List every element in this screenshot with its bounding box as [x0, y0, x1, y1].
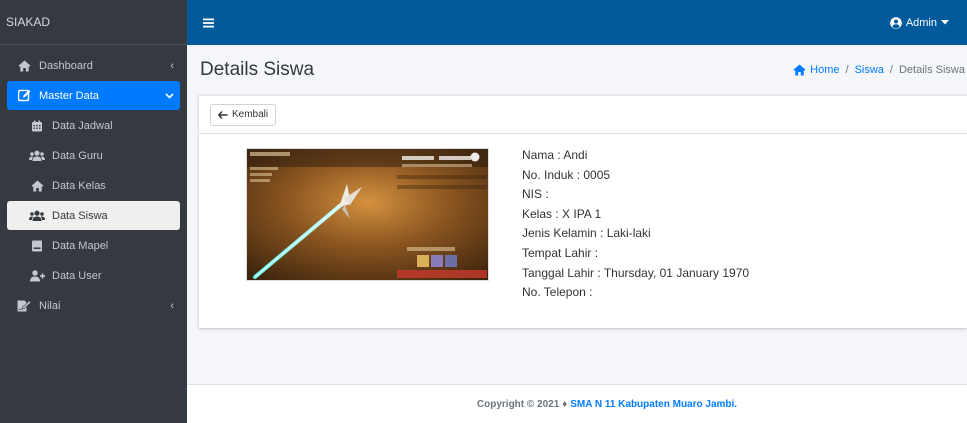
- student-details: Nama : Andi No. Induk : 0005 NIS : Kelas…: [522, 146, 749, 303]
- sidebar-item-label: Data Mapel: [52, 239, 109, 252]
- breadcrumb-siswa-link[interactable]: Siswa: [855, 64, 884, 76]
- breadcrumb-home-link[interactable]: Home: [810, 64, 839, 76]
- breadcrumb-separator: /: [889, 64, 893, 76]
- breadcrumb-separator: /: [845, 64, 849, 76]
- sidebar-item-label: Data Jadwal: [52, 119, 113, 132]
- calendar-icon: [28, 120, 46, 132]
- detail-kelas: Kelas : X IPA 1: [522, 206, 602, 221]
- home-icon: [15, 60, 33, 72]
- brand-logo[interactable]: SIAKAD: [0, 0, 187, 45]
- menu-toggle-icon[interactable]: [203, 18, 214, 28]
- sidebar-item-label: Dashboard: [39, 59, 93, 72]
- user-circle-icon: [890, 16, 902, 29]
- book-icon: [28, 240, 46, 252]
- sidebar-item-data-guru[interactable]: Data Guru: [7, 141, 180, 170]
- chevron-left-icon: ‹: [170, 59, 174, 72]
- footer-copyright: Copyright © 2021 ♦: [476, 398, 568, 410]
- chevron-left-icon: ‹: [170, 299, 174, 312]
- sidebar-item-data-kelas[interactable]: Data Kelas: [7, 171, 180, 200]
- breadcrumb: Home / Siswa / Details Siswa: [793, 64, 967, 76]
- detail-tanggal-lahir: Tanggal Lahir : Thursday, 01 January 197…: [522, 265, 750, 280]
- sidebar-item-label: Master Data: [39, 89, 99, 102]
- sidebar-item-dashboard[interactable]: Dashboard ‹: [7, 51, 180, 80]
- sidebar-item-data-user[interactable]: Data User: [7, 261, 180, 290]
- back-button-label: Kembali: [232, 109, 269, 120]
- detail-no-telepon: No. Telepon :: [522, 285, 593, 300]
- user-name-label: Admin: [905, 16, 937, 29]
- back-button[interactable]: Kembali: [210, 103, 277, 126]
- caret-down-icon: [941, 20, 949, 25]
- content-header: Details Siswa Home / Siswa / Details Sis…: [187, 45, 967, 95]
- sidebar-item-label: Data User: [52, 269, 102, 282]
- card-body: Nama : Andi No. Induk : 0005 NIS : Kelas…: [199, 134, 967, 327]
- sidebar-item-label: Nilai: [39, 299, 61, 312]
- file-signature-icon: [15, 299, 33, 312]
- edit-icon: [15, 89, 33, 102]
- student-photo: [246, 148, 489, 281]
- sidebar-item-data-jadwal[interactable]: Data Jadwal: [7, 111, 180, 140]
- user-menu-dropdown[interactable]: Admin: [890, 17, 949, 29]
- details-card: Kembali Nama: Andi No. Induk: 0005 NIS…: [199, 95, 967, 328]
- sidebar-item-label: Data Kelas: [52, 179, 106, 192]
- arrow-left-icon: [218, 110, 228, 119]
- detail-tempat-lahir: Tempat Lahir :: [522, 245, 599, 260]
- detail-no-induk: No. Induk : 0005: [522, 167, 611, 182]
- detail-nama: Nama : Andi: [522, 148, 588, 162]
- sidebar-item-master-data[interactable]: Master Data: [7, 81, 180, 110]
- sidebar-item-nilai[interactable]: Nilai ‹: [7, 291, 180, 320]
- footer-school-link[interactable]: SMA N 11 Kabupaten Muaro Jambi.: [570, 399, 737, 410]
- card-header: Kembali: [199, 96, 967, 134]
- user-plus-icon: [28, 269, 46, 282]
- footer: Copyright © 2021 ♦ SMA N 11 Kabupaten Mu…: [187, 384, 967, 423]
- users-icon: [28, 210, 46, 222]
- users-icon: [28, 150, 46, 162]
- sidebar-item-data-mapel[interactable]: Data Mapel: [7, 231, 180, 260]
- detail-jenis-kelamin: Jenis Kelamin : Laki-laki: [522, 226, 651, 241]
- sidebar-item-label: Data Siswa: [52, 209, 108, 222]
- chevron-down-icon: [165, 92, 174, 99]
- page-title: Details Siswa: [200, 59, 315, 80]
- breadcrumb-current: Details Siswa: [898, 64, 965, 76]
- sidebar: SIAKAD Dashboard ‹ Master Data Data Jadw…: [0, 0, 187, 423]
- home-icon: [793, 64, 806, 76]
- detail-nis: NIS :: [522, 187, 549, 202]
- sidebar-nav: Dashboard ‹ Master Data Data Jadwal Data…: [0, 45, 187, 327]
- sidebar-item-label: Data Guru: [52, 149, 103, 162]
- sidebar-item-data-siswa[interactable]: Data Siswa: [7, 201, 180, 230]
- home-icon: [28, 180, 46, 192]
- top-navbar: Admin: [187, 0, 967, 45]
